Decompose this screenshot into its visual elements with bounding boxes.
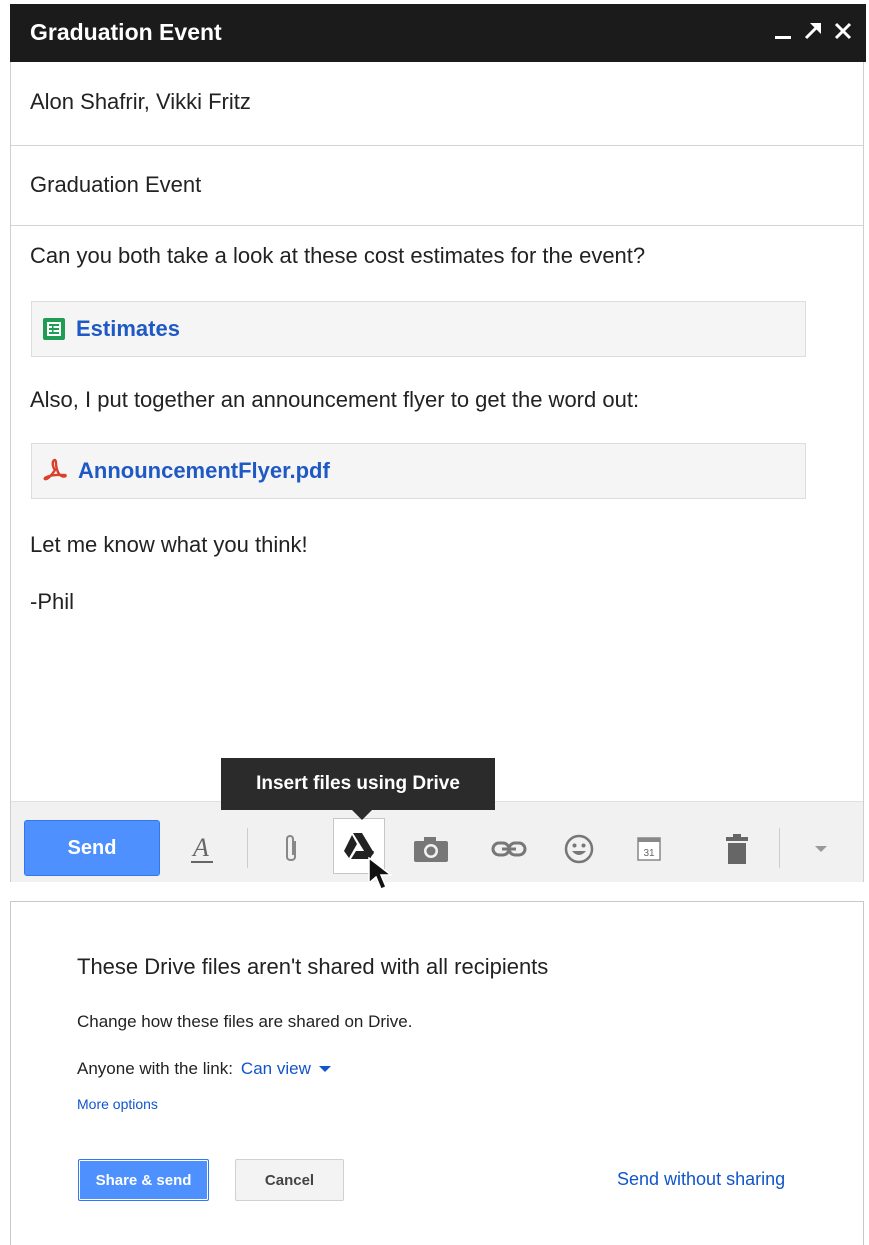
trash-icon: [726, 834, 748, 864]
link-sharing-label: Anyone with the link:: [77, 1059, 233, 1078]
tooltip-arrow: [352, 810, 372, 820]
body-line: Also, I put together an announcement fly…: [30, 387, 640, 412]
window-controls: [770, 14, 856, 48]
svg-text:A: A: [191, 833, 209, 862]
toolbar-divider: [247, 828, 248, 868]
minimize-icon: [775, 36, 791, 39]
formatting-button[interactable]: A: [178, 826, 226, 872]
dialog-title: These Drive files aren't shared with all…: [77, 954, 549, 979]
more-options-link[interactable]: More options: [77, 1096, 158, 1112]
attachment-flyer[interactable]: AnnouncementFlyer.pdf: [31, 443, 806, 499]
drive-tooltip: Insert files using Drive: [221, 758, 495, 810]
recipients-field[interactable]: Alon Shafrir, Vikki Fritz: [11, 62, 863, 146]
share-dialog: These Drive files aren't shared with all…: [10, 901, 864, 1245]
chevron-down-icon: [815, 846, 827, 852]
body-line: Can you both take a look at these cost e…: [30, 243, 646, 268]
subject-field[interactable]: Graduation Event: [11, 146, 863, 226]
insert-invitation-button[interactable]: 31: [625, 826, 673, 872]
cursor-arrow-icon: [368, 856, 394, 890]
insert-photo-button[interactable]: [407, 826, 455, 872]
link-icon: [491, 841, 527, 857]
permission-dropdown[interactable]: Can view: [241, 1059, 331, 1079]
attachment-label: AnnouncementFlyer.pdf: [78, 458, 330, 483]
attachment-estimates[interactable]: Estimates: [31, 301, 806, 357]
attach-button[interactable]: [267, 826, 315, 872]
permission-value: Can view: [240, 1059, 311, 1078]
attachment-label: Estimates: [76, 316, 180, 341]
share-and-send-button[interactable]: Share & send: [78, 1159, 209, 1201]
cancel-button[interactable]: Cancel: [235, 1159, 344, 1201]
text-format-icon: A: [191, 833, 213, 863]
send-button[interactable]: Send: [24, 820, 160, 876]
minimize-button[interactable]: [770, 14, 796, 48]
link-sharing-row: Anyone with the link: Can view: [77, 1059, 331, 1079]
sheets-icon: [43, 318, 65, 340]
insert-emoticon-button[interactable]: [555, 826, 603, 872]
compose-window: Graduation Event Alon Shafrir, Vikki Fri…: [10, 4, 866, 882]
signature: -Phil: [30, 589, 75, 614]
pdf-icon: [43, 458, 67, 481]
smiley-icon: [564, 834, 594, 864]
calendar-day: 31: [643, 848, 655, 859]
popout-icon: [804, 23, 821, 40]
calendar-icon: 31: [637, 837, 661, 861]
close-icon: [834, 22, 852, 40]
compose-toolbar: Send A 31: [11, 801, 863, 882]
chevron-down-icon: [318, 1066, 331, 1072]
more-options-button[interactable]: [797, 826, 845, 872]
discard-button[interactable]: [713, 826, 761, 872]
paperclip-icon: [286, 835, 296, 861]
mouse-cursor: [368, 856, 396, 896]
toolbar-divider: [779, 828, 780, 868]
insert-link-button[interactable]: [485, 826, 533, 872]
compose-title: Graduation Event: [30, 19, 222, 45]
send-without-sharing-link[interactable]: Send without sharing: [617, 1169, 785, 1190]
dialog-description: Change how these files are shared on Dri…: [77, 1012, 413, 1031]
body-line: Let me know what you think!: [30, 532, 308, 557]
camera-icon: [414, 837, 448, 862]
popout-button[interactable]: [800, 14, 826, 48]
compose-titlebar: Graduation Event: [10, 4, 866, 62]
close-button[interactable]: [830, 14, 856, 48]
